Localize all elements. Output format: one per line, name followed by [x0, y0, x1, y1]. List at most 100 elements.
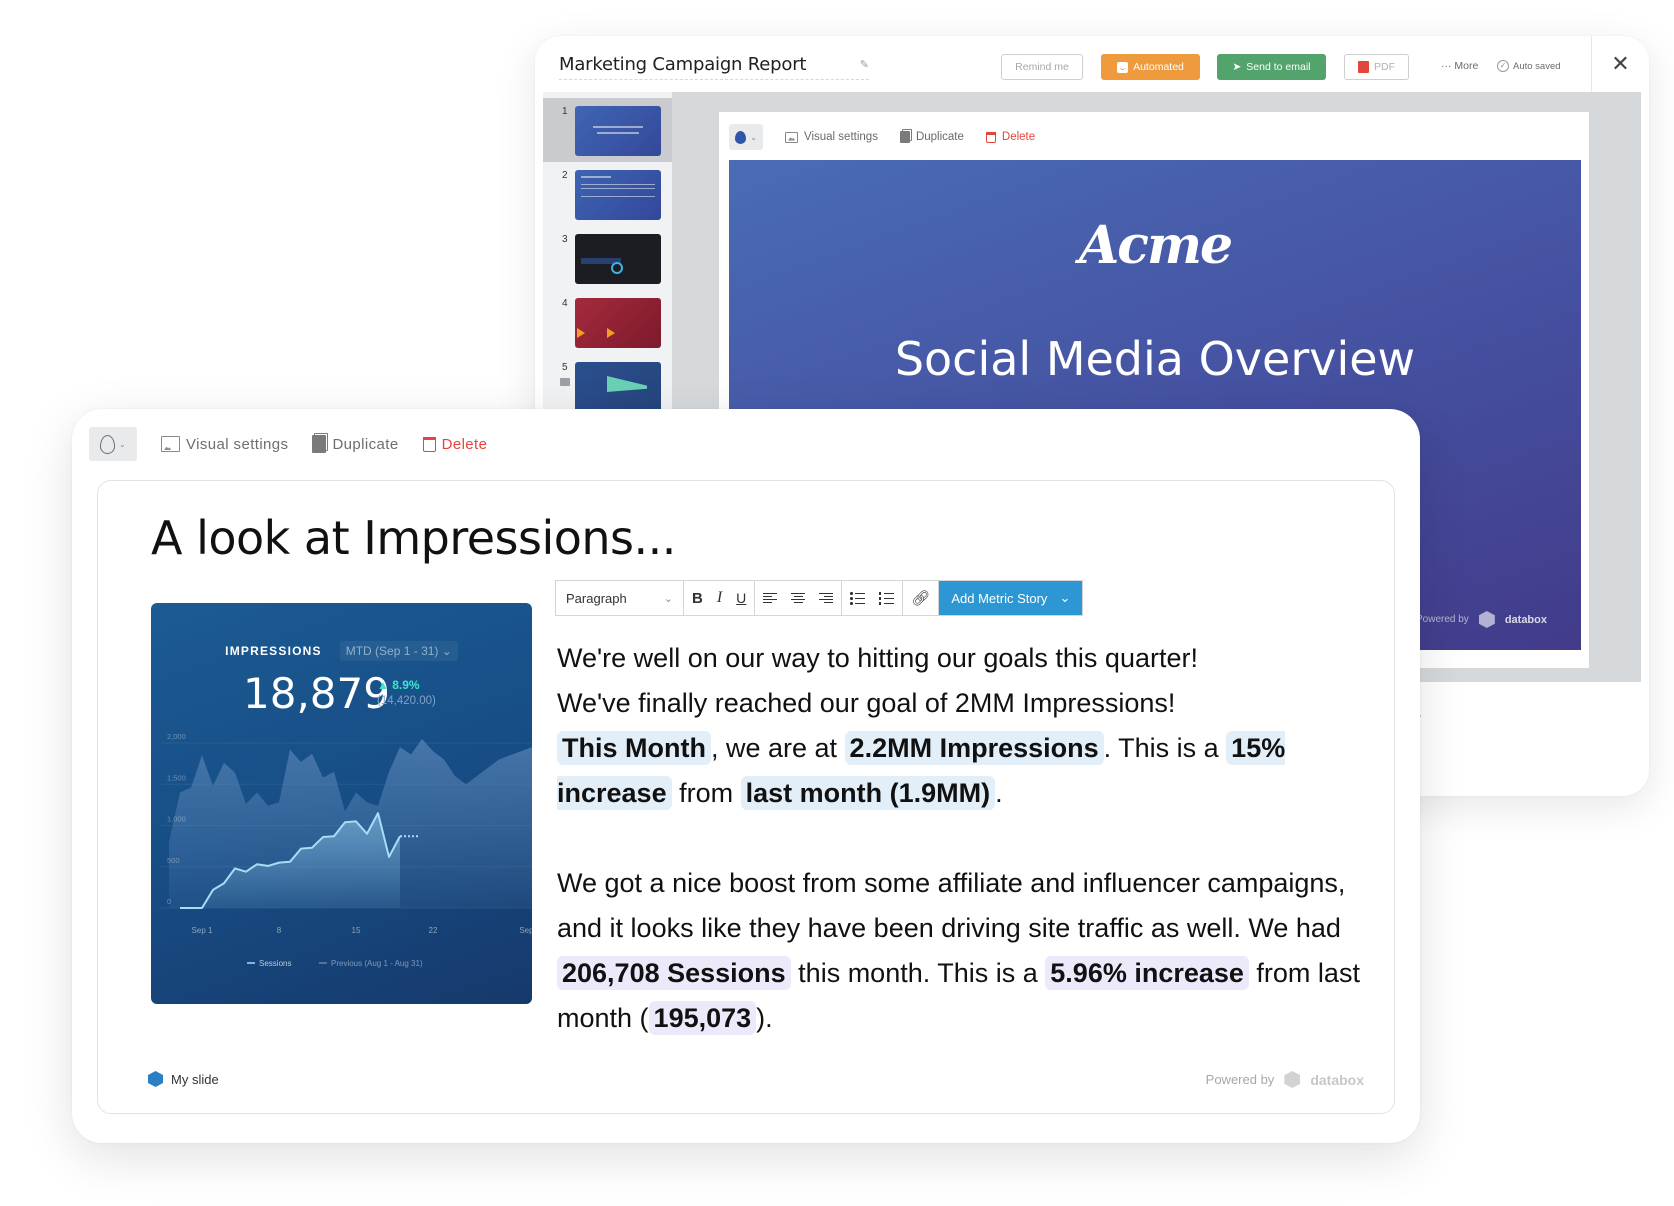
- underline-button[interactable]: U: [736, 590, 746, 606]
- bold-button[interactable]: B: [692, 590, 703, 607]
- metric-token[interactable]: 5.96% increase: [1045, 956, 1249, 990]
- triangle-up-icon: ▲: [377, 678, 393, 692]
- image-icon: [785, 131, 798, 143]
- list-group: [842, 581, 904, 615]
- legend-label-sessions: Sessions: [259, 959, 291, 968]
- databox-brand: databox: [1310, 1071, 1364, 1088]
- y-tick-label: 1,000: [167, 815, 186, 824]
- format-group: B I U: [684, 581, 756, 615]
- date-range-label: MTD (Sep 1 - 31): [345, 644, 439, 658]
- more-label: More: [1454, 60, 1479, 72]
- text-segment: from: [671, 778, 741, 808]
- delete-button[interactable]: Delete: [422, 435, 488, 453]
- chevron-down-icon: ⌄: [441, 644, 452, 658]
- align-center-icon[interactable]: [791, 592, 806, 604]
- text-segment: . This is a: [1103, 733, 1227, 763]
- chevron-down-icon: ⌄: [118, 439, 127, 449]
- chevron-down-icon: ⌄: [1059, 590, 1071, 605]
- acme-logo: Acme: [1078, 215, 1233, 276]
- chevron-down-icon: ⌄: [663, 592, 673, 605]
- add-metric-story-button[interactable]: Add Metric Story ⌄: [939, 581, 1083, 615]
- powered-by-label: Powered by: [1416, 614, 1469, 625]
- thumbnail-image: [575, 170, 661, 220]
- chevron-down-icon: ⌄: [750, 132, 757, 142]
- bulleted-list-icon[interactable]: [850, 592, 866, 605]
- duplicate-button[interactable]: Duplicate: [899, 131, 964, 143]
- text-line: We got a nice boost from some affiliate …: [557, 868, 1346, 898]
- slide-thumbnail-2[interactable]: 2: [543, 162, 672, 226]
- text-segment: this month. This is a: [790, 958, 1046, 988]
- thumbnail-number: 3: [562, 234, 568, 245]
- metric-story-text[interactable]: We're well on our way to hitting our goa…: [557, 636, 1377, 1041]
- text-segment: ).: [756, 1003, 773, 1033]
- close-icon: ✕: [1611, 51, 1630, 76]
- send-to-email-label: Send to email: [1246, 61, 1311, 73]
- report-title-field[interactable]: Marketing Campaign Report ✎: [559, 54, 869, 80]
- metric-name: IMPRESSIONS: [225, 644, 322, 658]
- legend-label-previous: Previous (Aug 1 - Aug 31): [331, 959, 423, 968]
- duplicate-button[interactable]: Duplicate: [312, 435, 398, 453]
- send-to-email-button[interactable]: ➤ Send to email: [1217, 54, 1326, 80]
- slide-toolbar: ⌄ Visual settings Duplicate Delete: [729, 124, 1035, 150]
- report-header: Marketing Campaign Report ✎ Remind me Au…: [535, 36, 1649, 92]
- duplicate-label: Duplicate: [915, 131, 964, 143]
- theme-color-dropdown[interactable]: ⌄: [729, 124, 763, 150]
- databox-logo-icon: [1284, 1071, 1301, 1088]
- metric-change-value: 8.9%: [392, 678, 420, 692]
- theme-color-dropdown[interactable]: ⌄: [89, 427, 137, 461]
- trash-icon: [422, 436, 436, 452]
- databox-logo-icon: [1478, 611, 1495, 628]
- metric-value: 18,879: [243, 669, 390, 718]
- metric-token[interactable]: 206,708 Sessions: [557, 956, 791, 990]
- visual-settings-label: Visual settings: [804, 131, 878, 143]
- pencil-icon[interactable]: ✎: [860, 58, 869, 71]
- close-button[interactable]: ✕: [1591, 36, 1649, 92]
- numbered-list-icon[interactable]: [879, 592, 895, 605]
- pdf-button[interactable]: PDF: [1344, 54, 1409, 80]
- paragraph-style-dropdown[interactable]: Paragraph ⌄: [556, 581, 684, 615]
- thumbnail-image: [575, 362, 661, 412]
- more-button[interactable]: ··· More: [1441, 60, 1478, 72]
- trash-icon: [985, 131, 996, 143]
- metric-header: IMPRESSIONS MTD (Sep 1 - 31) ⌄: [151, 641, 532, 661]
- check-circle-icon: ✓: [1497, 60, 1509, 72]
- slide-name-label: My slide: [171, 1071, 219, 1087]
- delete-button[interactable]: Delete: [985, 131, 1036, 143]
- italic-button[interactable]: I: [717, 589, 722, 607]
- date-range-dropdown[interactable]: MTD (Sep 1 - 31) ⌄: [339, 641, 458, 661]
- link-icon[interactable]: 🔗︎: [911, 589, 930, 607]
- powered-by-databox: Powered by databox: [1416, 611, 1547, 628]
- align-left-icon[interactable]: [763, 592, 778, 604]
- calendar-icon: [1117, 61, 1129, 73]
- visual-settings-button[interactable]: Visual settings: [785, 131, 878, 143]
- pdf-icon: [1358, 61, 1369, 73]
- ellipsis-icon: ···: [1441, 60, 1455, 72]
- metric-token[interactable]: 195,073: [648, 1001, 757, 1035]
- align-right-icon[interactable]: [819, 592, 834, 604]
- comment-icon[interactable]: [560, 378, 570, 386]
- databox-brand: databox: [1504, 613, 1547, 626]
- metric-token[interactable]: last month (1.9MM): [740, 776, 996, 810]
- duplicate-icon: [312, 435, 327, 453]
- visual-settings-button[interactable]: Visual settings: [161, 436, 288, 453]
- slide-thumbnail-4[interactable]: 4: [543, 290, 672, 354]
- thumbnail-number: 1: [562, 106, 568, 117]
- y-tick-label: 2,000: [167, 733, 186, 741]
- slide-thumbnail-1[interactable]: 1: [543, 98, 672, 162]
- color-drop-icon: [735, 130, 747, 144]
- metric-change: ▲ 8.9%: [377, 678, 420, 692]
- remind-me-button[interactable]: Remind me: [1001, 54, 1083, 80]
- automated-label: Automated: [1133, 61, 1184, 73]
- automated-button[interactable]: Automated: [1101, 54, 1200, 80]
- slide-thumbnail-3[interactable]: 3: [543, 226, 672, 290]
- delete-label: Delete: [441, 435, 488, 453]
- metric-token[interactable]: 2.2MM Impressions: [844, 731, 1104, 765]
- text-editor-toolbar: Paragraph ⌄ B I U 🔗︎ Add Metric Story ⌄: [555, 580, 1084, 616]
- report-title[interactable]: Marketing Campaign Report: [559, 54, 806, 75]
- slide-heading[interactable]: A look at Impressions...: [151, 511, 676, 565]
- impressions-metric-card[interactable]: IMPRESSIONS MTD (Sep 1 - 31) ⌄ 18,879 ▲ …: [151, 603, 532, 1004]
- metric-token[interactable]: This Month: [557, 731, 711, 765]
- delete-label: Delete: [1001, 131, 1036, 143]
- duplicate-label: Duplicate: [332, 435, 399, 453]
